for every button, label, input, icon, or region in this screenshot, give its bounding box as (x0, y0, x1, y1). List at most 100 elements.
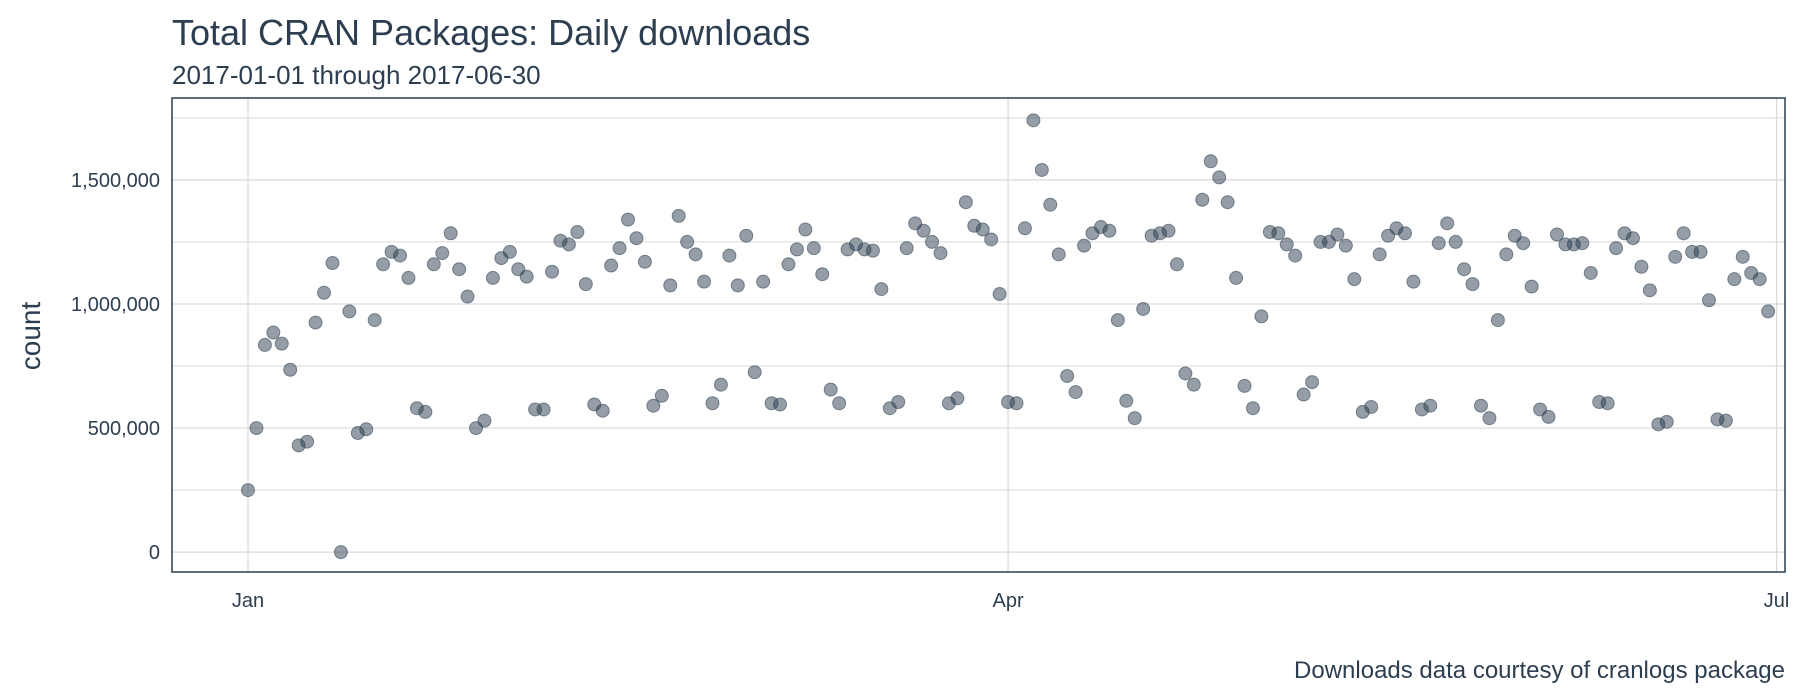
data-point (916, 223, 931, 238)
data-point (1668, 249, 1683, 264)
data-point (773, 397, 788, 412)
data-point (1237, 378, 1252, 393)
data-point (1693, 244, 1708, 259)
data-point (1026, 113, 1041, 128)
data-point (1718, 413, 1733, 428)
data-point (654, 388, 669, 403)
data-point (671, 208, 686, 223)
data-point (688, 247, 703, 262)
x-tick-label: Jan (232, 590, 264, 612)
data-point (1448, 234, 1463, 249)
data-point (1372, 247, 1387, 262)
data-point (1203, 154, 1218, 169)
data-point (1490, 313, 1505, 328)
data-point (1583, 265, 1598, 280)
data-point (1600, 396, 1615, 411)
data-point (891, 395, 906, 410)
y-axis-title: count (15, 302, 46, 371)
data-point (418, 404, 433, 419)
data-point (1338, 238, 1353, 253)
data-point (1516, 236, 1531, 251)
data-point (621, 212, 636, 227)
data-point (452, 262, 467, 277)
data-point (1034, 162, 1049, 177)
data-point (958, 195, 973, 210)
data-point (502, 244, 517, 259)
data-point (1169, 257, 1184, 272)
data-point (536, 402, 551, 417)
data-point (713, 377, 728, 392)
data-point (1465, 277, 1480, 292)
data-point (308, 315, 323, 330)
x-tick-label: Jul (1764, 590, 1790, 612)
data-point (1364, 399, 1379, 414)
data-point (241, 483, 256, 498)
data-point (1212, 170, 1227, 185)
data-point (1178, 366, 1193, 381)
data-point (578, 277, 593, 292)
data-point (1271, 226, 1286, 241)
data-point (1676, 226, 1691, 241)
data-point (570, 225, 585, 240)
y-tick-label: 500,000 (88, 418, 160, 440)
data-point (680, 234, 695, 249)
data-point (1625, 231, 1640, 246)
data-point (1440, 216, 1455, 231)
data-point (1296, 387, 1311, 402)
data-point (249, 421, 264, 436)
data-point (874, 282, 889, 297)
data-point (1634, 259, 1649, 274)
data-point (435, 246, 450, 261)
data-point (342, 304, 357, 319)
data-point (984, 232, 999, 247)
data-point (992, 287, 1007, 302)
data-point (325, 256, 340, 271)
data-point (595, 403, 610, 418)
axes-layer: 0 500,000 1,000,000 1,500,000 Jan Apr Jul (71, 97, 1790, 612)
grid-layer (172, 98, 1785, 572)
data-point (1305, 375, 1320, 390)
data-point (274, 336, 289, 351)
data-point (393, 248, 408, 263)
y-tick-label: 1,000,000 (71, 294, 160, 316)
data-point (1060, 368, 1075, 383)
data-point (367, 313, 382, 328)
data-point (612, 241, 627, 256)
data-point (1347, 272, 1362, 287)
data-point (637, 254, 652, 269)
data-point (756, 274, 771, 289)
data-point (1161, 223, 1176, 238)
data-point (1017, 221, 1032, 236)
data-point (257, 337, 272, 352)
data-point (933, 246, 948, 261)
data-point (781, 257, 796, 272)
data-point (1482, 411, 1497, 426)
data-point (1752, 272, 1767, 287)
data-point (925, 234, 940, 249)
data-point (705, 396, 720, 411)
x-tick-label: Apr (992, 590, 1023, 612)
data-point (477, 413, 492, 428)
plot-panel-border (171, 97, 1786, 573)
data-point (1761, 304, 1776, 319)
data-point (1541, 409, 1556, 424)
data-point (266, 325, 281, 340)
data-point (1330, 227, 1345, 242)
data-point (1254, 309, 1269, 324)
data-point (1499, 247, 1514, 262)
data-point (1659, 414, 1674, 429)
data-point (798, 222, 813, 237)
data-point (815, 267, 830, 282)
data-point (443, 226, 458, 241)
data-point (1077, 238, 1092, 253)
data-point (333, 545, 348, 560)
data-point (1127, 411, 1142, 426)
data-point (747, 365, 762, 380)
data-point (1473, 398, 1488, 413)
data-point (1642, 283, 1657, 298)
data-point (1119, 393, 1134, 408)
data-point (1279, 237, 1294, 252)
data-point (1423, 398, 1438, 413)
data-point (359, 422, 374, 437)
data-point (823, 382, 838, 397)
